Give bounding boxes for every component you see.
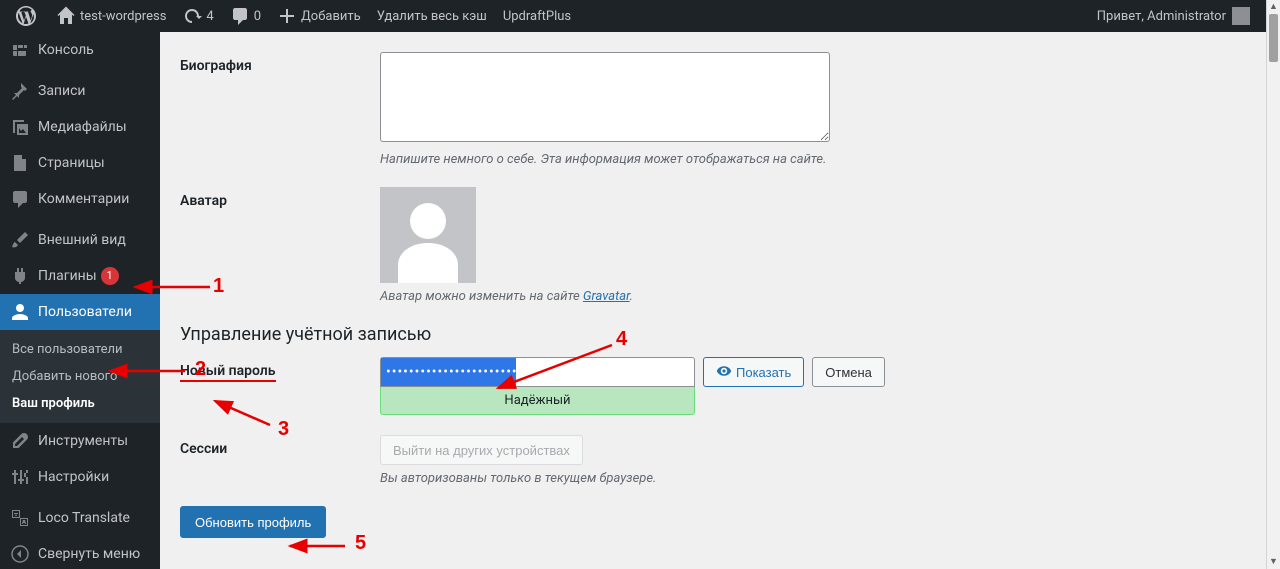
media-icon bbox=[10, 117, 30, 137]
comments-icon bbox=[10, 189, 30, 209]
updates-count: 4 bbox=[206, 9, 213, 24]
gravatar-link[interactable]: Gravatar bbox=[583, 289, 630, 304]
avatar-image bbox=[380, 187, 476, 283]
user-greeting[interactable]: Привет, Administrator bbox=[1089, 0, 1258, 32]
wordpress-icon bbox=[16, 6, 36, 26]
comment-icon bbox=[230, 6, 250, 26]
cancel-password-button[interactable]: Отмена bbox=[812, 357, 885, 387]
avatar-icon bbox=[1232, 7, 1250, 25]
bio-label: Биография bbox=[180, 52, 380, 167]
clear-cache-link[interactable]: Удалить весь кэш bbox=[369, 0, 495, 32]
menu-pages[interactable]: Страницы bbox=[0, 145, 160, 181]
home-icon bbox=[56, 6, 76, 26]
plugin-icon bbox=[10, 266, 30, 286]
site-name: test-wordpress bbox=[80, 9, 166, 24]
plugins-count-badge: 1 bbox=[101, 267, 119, 285]
wp-logo[interactable] bbox=[8, 0, 48, 32]
scroll-down-icon[interactable]: ▼ bbox=[1267, 555, 1280, 569]
menu-media[interactable]: Медиафайлы bbox=[0, 109, 160, 145]
menu-users[interactable]: Пользователи bbox=[0, 294, 160, 330]
comments-count: 0 bbox=[254, 9, 261, 24]
sliders-icon bbox=[10, 467, 30, 487]
page-icon bbox=[10, 153, 30, 173]
update-profile-button[interactable]: Обновить профиль bbox=[180, 506, 326, 538]
add-new-label: Добавить bbox=[301, 9, 361, 24]
admin-bar: test-wordpress 4 0 Добавить Удалить весь… bbox=[0, 0, 1266, 32]
plus-icon bbox=[277, 6, 297, 26]
brush-icon bbox=[10, 230, 30, 250]
translate-icon bbox=[10, 508, 30, 528]
bio-textarea[interactable] bbox=[380, 52, 830, 142]
updates-link[interactable]: 4 bbox=[174, 0, 221, 32]
menu-tools[interactable]: Инструменты bbox=[0, 423, 160, 459]
avatar-label: Аватар bbox=[180, 187, 380, 304]
menu-collapse[interactable]: Свернуть меню bbox=[0, 536, 160, 569]
site-name-link[interactable]: test-wordpress bbox=[48, 0, 174, 32]
logout-other-button: Выйти на других устройствах bbox=[380, 435, 583, 465]
menu-appearance[interactable]: Внешний вид bbox=[0, 222, 160, 258]
users-submenu: Все пользователи Добавить нового Ваш про… bbox=[0, 330, 160, 423]
menu-loco[interactable]: Loco Translate bbox=[0, 500, 160, 536]
sub-add-user[interactable]: Добавить нового bbox=[0, 363, 160, 390]
show-password-button[interactable]: Показать bbox=[703, 357, 804, 387]
update-icon bbox=[182, 6, 202, 26]
admin-sidebar: Консоль Записи Медиафайлы Страницы Комме… bbox=[0, 32, 160, 569]
sub-your-profile[interactable]: Ваш профиль bbox=[0, 390, 160, 417]
wrench-icon bbox=[10, 431, 30, 451]
menu-posts[interactable]: Записи bbox=[0, 73, 160, 109]
bio-description: Напишите немного о себе. Эта информация … bbox=[380, 152, 1246, 167]
newpass-label: Новый пароль bbox=[180, 357, 380, 415]
eye-icon bbox=[716, 363, 732, 382]
user-icon bbox=[10, 302, 30, 322]
scroll-thumb[interactable] bbox=[1269, 14, 1278, 62]
password-input[interactable] bbox=[380, 357, 695, 387]
collapse-icon bbox=[10, 544, 30, 564]
browser-scrollbar[interactable]: ▲ ▼ bbox=[1266, 0, 1280, 569]
account-heading: Управление учётной записью bbox=[180, 324, 1246, 345]
add-new-link[interactable]: Добавить bbox=[269, 0, 369, 32]
menu-settings[interactable]: Настройки bbox=[0, 459, 160, 495]
menu-dashboard[interactable]: Консоль bbox=[0, 32, 160, 68]
updraft-link[interactable]: UpdraftPlus bbox=[495, 0, 579, 32]
sessions-label: Сессии bbox=[180, 435, 380, 486]
pin-icon bbox=[10, 81, 30, 101]
avatar-description: Аватар можно изменить на сайте Gravatar. bbox=[380, 289, 1246, 304]
menu-plugins[interactable]: Плагины 1 bbox=[0, 258, 160, 294]
sub-all-users[interactable]: Все пользователи bbox=[0, 336, 160, 363]
comments-link[interactable]: 0 bbox=[222, 0, 269, 32]
password-strength: Надёжный bbox=[380, 387, 695, 415]
scroll-up-icon[interactable]: ▲ bbox=[1267, 0, 1280, 14]
dashboard-icon bbox=[10, 40, 30, 60]
menu-comments[interactable]: Комментарии bbox=[0, 181, 160, 217]
content-area: Биография Напишите немного о себе. Эта и… bbox=[160, 32, 1266, 569]
sessions-description: Вы авторизованы только в текущем браузер… bbox=[380, 471, 1246, 486]
